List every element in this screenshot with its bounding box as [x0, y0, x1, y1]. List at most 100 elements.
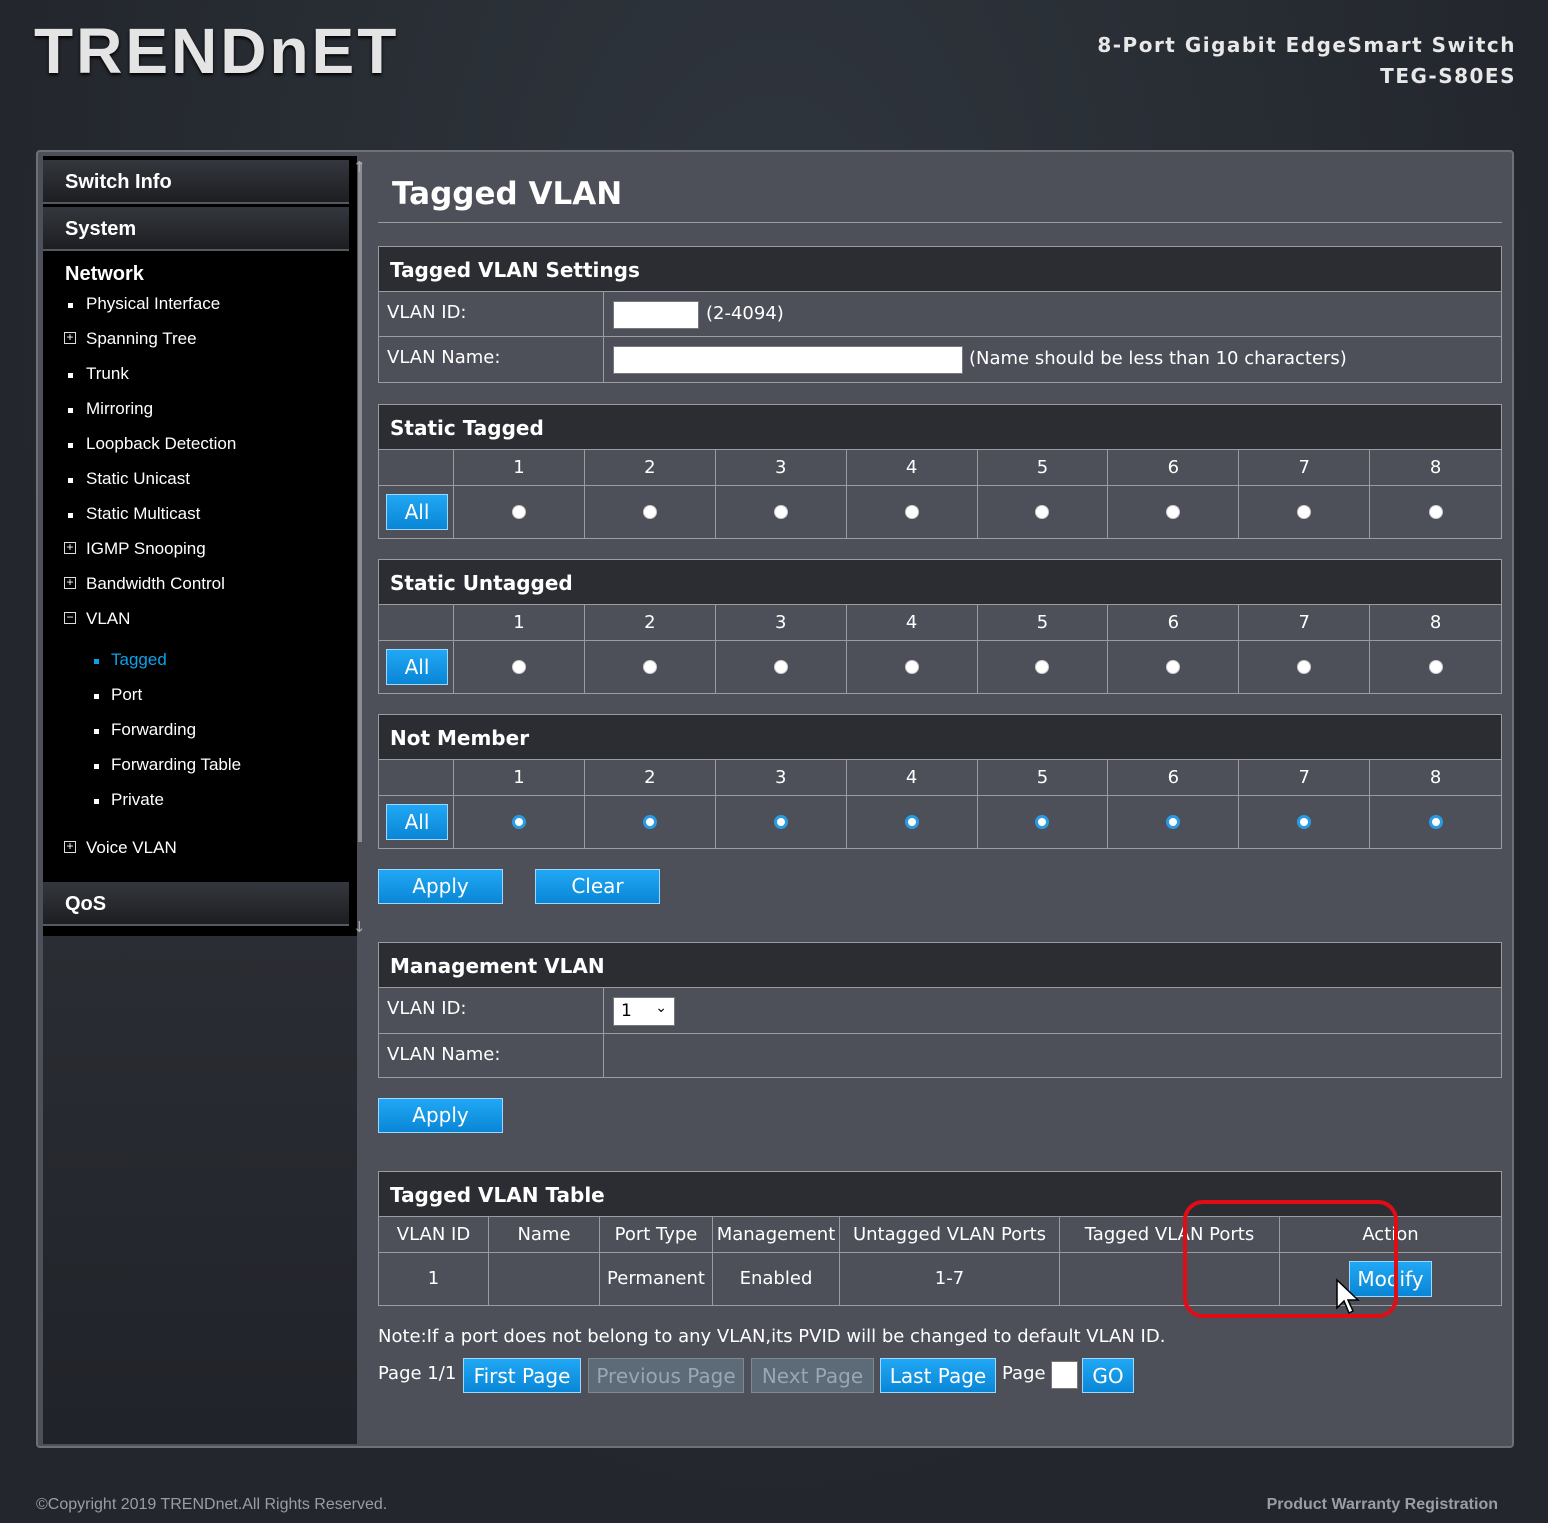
sidebar-network-title[interactable]: Network — [65, 263, 144, 286]
cell-name — [489, 1253, 600, 1305]
sidebar-item-label: Physical Interface — [86, 294, 221, 313]
radio-cell — [1239, 641, 1371, 693]
radio-cell — [847, 486, 978, 538]
radio-cell — [978, 641, 1109, 693]
bullet-icon — [94, 694, 99, 699]
tagged-vlan-settings-panel: Tagged VLAN Settings VLAN ID: (2-4094) V… — [378, 246, 1502, 383]
static-tagged-radio-7[interactable] — [1297, 505, 1312, 519]
all-cell: All — [379, 486, 454, 538]
static-tagged-radio-3[interactable] — [773, 505, 788, 519]
not-member-radio-5[interactable] — [1035, 815, 1050, 829]
vlan-name-input[interactable] — [613, 346, 963, 374]
sidebar-scrollbar[interactable] — [358, 162, 362, 842]
bullet-icon — [68, 443, 73, 448]
static-tagged-radio-5[interactable] — [1035, 505, 1050, 519]
expand-icon[interactable]: + — [64, 331, 76, 344]
go-button[interactable]: GO — [1082, 1358, 1134, 1393]
sidebar-system[interactable]: System — [43, 207, 349, 251]
scroll-down-icon[interactable]: ↓ — [353, 918, 366, 936]
clear-button[interactable]: Clear — [535, 869, 660, 904]
mgmt-vlan-name-label: VLAN Name: — [379, 1034, 604, 1077]
vlan-id-input[interactable] — [613, 301, 699, 329]
port-header: 4 — [846, 605, 978, 641]
last-page-button[interactable]: Last Page — [880, 1358, 996, 1393]
static-tagged-radio-2[interactable] — [642, 505, 657, 519]
static-tagged-radio-4[interactable] — [904, 505, 919, 519]
static-untagged-all-button[interactable]: All — [386, 649, 448, 685]
radio-cell — [716, 641, 847, 693]
expand-icon[interactable]: + — [64, 541, 76, 554]
vlan-name-row: VLAN Name: (Name should be less than 10 … — [379, 337, 1501, 382]
radio-cell — [585, 796, 716, 848]
previous-page-button[interactable]: Previous Page — [588, 1358, 744, 1393]
radio-cell — [716, 796, 847, 848]
sidebar-item-label: Static Unicast — [86, 469, 190, 488]
radio-cell — [1370, 641, 1501, 693]
static-tagged-radio-6[interactable] — [1166, 505, 1181, 519]
panel-header: Tagged VLAN Settings — [379, 247, 1501, 292]
vlan-id-row: VLAN ID: (2-4094) — [379, 292, 1501, 337]
sidebar-item-label: Forwarding — [111, 720, 197, 739]
sidebar-item-label: Voice VLAN — [86, 838, 177, 857]
bullet-icon — [68, 408, 73, 413]
expand-icon[interactable]: + — [64, 840, 76, 853]
static-tagged-panel: Static Tagged 1 2 3 4 5 6 7 8 All — [378, 404, 1502, 539]
not-member-radio-1[interactable] — [511, 815, 526, 829]
product-model: TEG-S80ES — [1380, 64, 1516, 88]
radio-cell — [454, 796, 585, 848]
mgmt-vlan-id-select[interactable]: 1 ⌄ — [613, 997, 675, 1026]
page-number-input[interactable] — [1051, 1361, 1078, 1389]
port-header: 3 — [715, 605, 847, 641]
not-member-panel: Not Member 1 2 3 4 5 6 7 8 All — [378, 714, 1502, 849]
sidebar-switch-info[interactable]: Switch Info — [43, 160, 349, 204]
port-header: 6 — [1108, 605, 1240, 641]
radio-cell — [978, 796, 1109, 848]
static-untagged-radio-8[interactable] — [1428, 660, 1443, 674]
mgmt-vlan-id-cell: 1 ⌄ — [605, 988, 1501, 1033]
sidebar-qos[interactable]: QoS — [43, 882, 349, 926]
radio-cell — [1108, 641, 1240, 693]
all-cell: All — [379, 641, 454, 693]
not-member-radio-2[interactable] — [642, 815, 657, 829]
port-header: 1 — [454, 760, 585, 796]
mgmt-vlan-id-row: VLAN ID: 1 ⌄ — [379, 988, 1501, 1034]
bullet-icon — [68, 373, 73, 378]
radio-cell — [716, 486, 847, 538]
column-header: Port Type — [600, 1217, 713, 1253]
static-tagged-all-button[interactable]: All — [386, 494, 448, 530]
static-tagged-radio-8[interactable] — [1428, 505, 1443, 519]
static-untagged-radio-5[interactable] — [1035, 660, 1050, 674]
port-header: 5 — [977, 760, 1109, 796]
scroll-up-icon[interactable]: ↑ — [353, 158, 366, 176]
first-page-button[interactable]: First Page — [463, 1358, 581, 1393]
not-member-radio-6[interactable] — [1166, 815, 1181, 829]
next-page-button[interactable]: Next Page — [751, 1358, 874, 1393]
vlan-name-cell: (Name should be less than 10 characters) — [605, 337, 1501, 382]
static-untagged-radio-2[interactable] — [642, 660, 657, 674]
product-warranty-link[interactable]: Product Warranty Registration — [1267, 1496, 1498, 1514]
expand-icon[interactable]: + — [64, 576, 76, 589]
mgmt-apply-button[interactable]: Apply — [378, 1098, 503, 1133]
apply-button[interactable]: Apply — [378, 869, 503, 904]
not-member-radio-7[interactable] — [1297, 815, 1312, 829]
port-header: 2 — [584, 450, 716, 486]
cell-vlan-id: 1 — [379, 1253, 489, 1305]
static-untagged-radio-3[interactable] — [773, 660, 788, 674]
not-member-all-button[interactable]: All — [386, 804, 448, 840]
radio-cell — [847, 641, 978, 693]
static-tagged-radio-1[interactable] — [511, 505, 526, 519]
static-untagged-radio-6[interactable] — [1166, 660, 1181, 674]
not-member-radio-3[interactable] — [773, 815, 788, 829]
main-content: Tagged VLAN Tagged VLAN Settings VLAN ID… — [378, 152, 1512, 1446]
vlan-name-hint: (Name should be less than 10 characters) — [969, 348, 1347, 369]
sidebar-item-label: Trunk — [86, 364, 129, 383]
not-member-radio-8[interactable] — [1428, 815, 1443, 829]
column-header: VLAN ID — [379, 1217, 489, 1253]
not-member-radio-4[interactable] — [904, 815, 919, 829]
static-untagged-radio-1[interactable] — [511, 660, 526, 674]
static-untagged-radio-7[interactable] — [1297, 660, 1312, 674]
collapse-icon[interactable]: − — [64, 611, 76, 624]
sidebar-item-label: Private — [111, 790, 164, 809]
radio-cell — [1370, 486, 1501, 538]
static-untagged-radio-4[interactable] — [904, 660, 919, 674]
